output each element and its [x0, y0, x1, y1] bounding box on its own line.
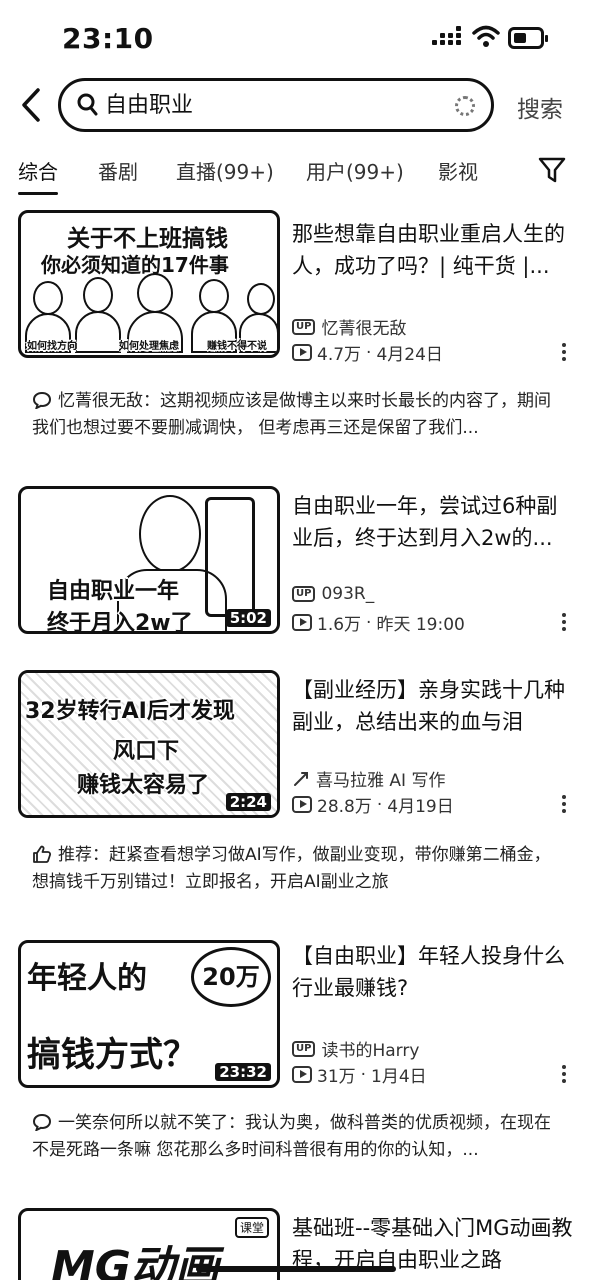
recommend-text: 赶紧查看想学习做AI写作，做副业变现，带你赚第二桶金，想搞钱千万别错过！立即报名… — [32, 845, 551, 892]
ad-link-icon — [294, 771, 308, 786]
comment-icon — [32, 391, 52, 409]
author-name: 读书的Harry — [321, 1041, 420, 1061]
thumbnail-text: 终于月入2w了 — [47, 611, 193, 634]
thumbnail-text: 赚钱太容易了 — [77, 773, 210, 798]
tab-users[interactable]: 用户(99+) — [306, 156, 404, 185]
tab-comprehensive[interactable]: 综合 — [18, 156, 58, 195]
video-duration: 5:02 — [225, 609, 271, 627]
video-author[interactable]: 喜马拉雅 AI 写作 — [292, 766, 445, 791]
video-thumbnail[interactable]: 32岁转行AI后才发现 风口下 赚钱太容易了 2:24 — [18, 670, 280, 818]
home-indicator — [196, 1266, 396, 1272]
thumbnail-text: 自由职业一年 — [47, 579, 180, 604]
video-thumbnail[interactable]: 关于不上班搞钱 你必须知道的17件事 如何找方向 如何处理焦虑 赚钱不得不说 — [18, 210, 280, 358]
play-count-icon — [292, 1066, 312, 1083]
search-button[interactable]: 搜索 — [517, 90, 563, 124]
play-count-icon — [292, 614, 312, 631]
thumbnail-caption: 如何找方向 — [27, 341, 77, 352]
author-name: 093R_ — [321, 584, 375, 604]
video-title[interactable]: 【副业经历】亲身实践十几种副业，总结出来的血与泪 — [292, 674, 577, 738]
back-arrow-icon[interactable] — [14, 86, 50, 124]
video-stats: 31万 · 1月4日 — [292, 1062, 427, 1087]
video-duration: 2:24 — [225, 793, 271, 811]
view-count: 4.7万 — [317, 345, 362, 365]
thumbnail-text: 你必须知道的17件事 — [41, 253, 229, 277]
wifi-icon — [472, 25, 500, 47]
thumbnail-text: 年轻人的 — [27, 961, 147, 996]
video-title[interactable]: 【自由职业】年轻人投身什么行业最赚钱? — [292, 940, 577, 1004]
tab-live[interactable]: 直播(99+) — [176, 156, 274, 185]
view-count: 28.8万 — [317, 797, 372, 817]
status-time: 23:10 — [62, 22, 154, 55]
video-thumbnail[interactable]: 自由职业一年 终于月入2w了 5:02 — [18, 486, 280, 634]
tab-anime[interactable]: 番剧 — [98, 156, 138, 185]
category-tabs: 综合 番剧 直播(99+) 用户(99+) 影视 — [0, 150, 591, 200]
publish-date: 1月4日 — [371, 1067, 427, 1087]
publish-date: 4月24日 — [376, 345, 443, 365]
thumbnail-badge: 20万 — [191, 947, 271, 1007]
play-count-icon — [292, 344, 312, 361]
top-comment[interactable]: 一笑奈何所以就不笑了：我认为奥，做科普类的优质视频，在现在不是死路一条嘛 您花那… — [32, 1110, 562, 1164]
status-bar: 23:10 — [0, 0, 591, 78]
video-author[interactable]: UP 093R_ — [292, 584, 374, 604]
author-name: 喜马拉雅 AI 写作 — [316, 771, 446, 791]
video-duration: 23:32 — [215, 1063, 271, 1081]
recommend-prefix: 推荐： — [58, 845, 109, 865]
view-count: 31万 — [317, 1067, 356, 1087]
thumbnail-text: MG动画 — [51, 1242, 219, 1280]
view-count: 1.6万 — [317, 615, 362, 635]
search-input[interactable] — [105, 90, 445, 115]
thumbs-up-icon — [33, 845, 52, 863]
search-icon — [77, 93, 98, 116]
video-stats: 4.7万 · 4月24日 — [292, 340, 443, 365]
uploader-icon: UP — [292, 1040, 316, 1057]
more-options-icon[interactable] — [562, 795, 568, 816]
top-comment[interactable]: 忆菁很无敌：这期视频应该是做博主以来时长最长的内容了，期间我们也想过要不要删减调… — [32, 388, 562, 442]
video-author[interactable]: UP 读书的Harry — [292, 1036, 419, 1061]
thumbnail-badge: 课堂 — [234, 1217, 269, 1238]
video-title[interactable]: 自由职业一年，尝试过6种副业后，终于达到月入2w的... — [292, 490, 577, 554]
tab-film-tv[interactable]: 影视 — [438, 156, 478, 185]
battery-icon — [508, 27, 548, 49]
play-count-icon — [292, 796, 312, 813]
more-options-icon[interactable] — [562, 343, 568, 364]
video-author[interactable]: UP 忆菁很无敌 — [292, 314, 406, 339]
thumbnail-text: 关于不上班搞钱 — [67, 226, 228, 252]
uploader-icon: UP — [292, 318, 316, 335]
comment-author: 忆菁很无敌： — [58, 391, 160, 411]
uploader-icon: UP — [292, 586, 316, 602]
loading-spinner-icon — [455, 96, 475, 116]
thumbnail-caption: 赚钱不得不说 — [207, 341, 267, 352]
publish-date: 昨天 19:00 — [376, 615, 465, 635]
publish-date: 4月19日 — [387, 797, 454, 817]
more-options-icon[interactable] — [562, 1065, 568, 1086]
comment-author: 一笑奈何所以就不笑了： — [58, 1113, 245, 1133]
author-name: 忆菁很无敌 — [321, 319, 407, 339]
cellular-signal-icon — [432, 26, 462, 48]
comment-icon — [32, 1113, 52, 1131]
filter-icon[interactable] — [538, 156, 566, 184]
video-thumbnail[interactable]: 年轻人的 20万 搞钱方式？ 23:32 — [18, 940, 280, 1088]
thumbnail-text: 风口下 — [113, 739, 180, 764]
recommendation-text[interactable]: 推荐：赶紧查看想学习做AI写作，做副业变现，带你赚第二桶金，想搞钱千万别错过！立… — [32, 842, 562, 896]
thumbnail-text: 32岁转行AI后才发现 — [25, 699, 235, 724]
more-options-icon[interactable] — [562, 613, 568, 634]
video-title[interactable]: 那些想靠自由职业重启人生的人，成功了吗？| 纯干货 |... — [292, 218, 577, 282]
video-stats: 28.8万 · 4月19日 — [292, 792, 454, 817]
video-stats: 1.6万 · 昨天 19:00 — [292, 610, 465, 635]
thumbnail-text: 搞钱方式？ — [27, 1035, 197, 1075]
search-bar[interactable] — [58, 78, 494, 132]
thumbnail-caption: 如何处理焦虑 — [119, 341, 179, 352]
